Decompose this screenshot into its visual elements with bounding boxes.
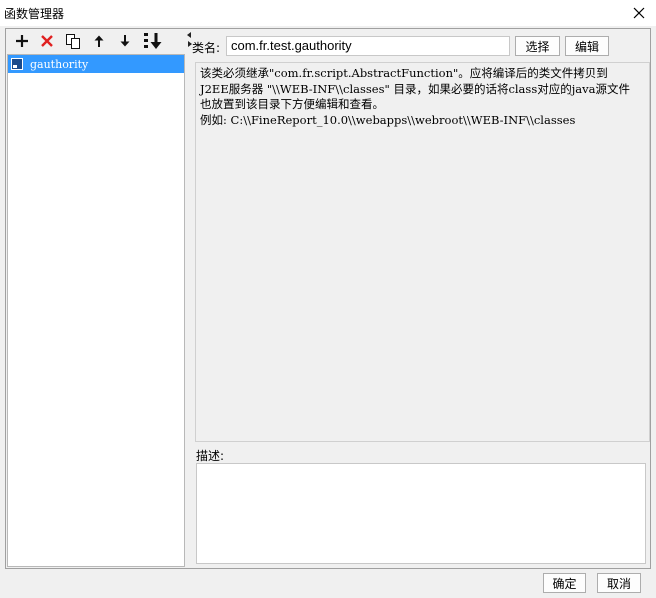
info-line: 例如: C:\\FineReport_10.0\\webapps\\webroo… [200, 112, 576, 127]
description-textarea[interactable] [196, 463, 646, 564]
sort-button[interactable] [141, 31, 165, 51]
class-name-field[interactable]: com.fr.test.gauthority [226, 36, 510, 56]
function-tree: gauthority [7, 54, 185, 567]
window-title: 函数管理器 [4, 7, 65, 21]
title-bar: 函数管理器 [0, 0, 656, 26]
move-down-button[interactable] [115, 31, 135, 51]
delete-icon [41, 35, 53, 47]
edit-button[interactable]: 编辑 [565, 36, 609, 56]
function-detail-panel: 类名: com.fr.test.gauthority 选择 编辑 该类必须继承"… [192, 29, 650, 568]
function-toolbar [6, 29, 186, 53]
plus-icon [16, 35, 28, 47]
arrow-up-icon [94, 35, 104, 47]
copy-icon [66, 34, 80, 49]
sort-down-icon [144, 33, 162, 49]
tree-item-gauthority[interactable]: gauthority [8, 55, 184, 73]
info-line: 该类必须继承"com.fr.script.AbstractFunction"。应… [200, 66, 608, 80]
copy-function-button[interactable] [63, 31, 83, 51]
dialog-body: gauthority 类名: com.fr.test.gauthority 选择… [5, 28, 651, 569]
tree-item-label: gauthority [30, 57, 89, 71]
info-line: J2EE服务器 "\\WEB-INF\\classes" 目录，如果必要的话将c… [200, 81, 630, 96]
function-list-panel: gauthority [6, 29, 186, 568]
delete-function-button[interactable] [37, 31, 57, 51]
class-name-label: 类名: [192, 41, 221, 55]
collapse-left-icon[interactable] [187, 32, 191, 38]
info-text-area: 该类必须继承"com.fr.script.AbstractFunction"。应… [195, 62, 650, 442]
add-function-button[interactable] [12, 31, 32, 51]
ok-button[interactable]: 确定 [543, 573, 586, 593]
arrow-down-icon [120, 35, 130, 47]
class-file-icon [11, 58, 23, 70]
info-line: 也放置到该目录下方便编辑和查看。 [200, 97, 384, 111]
select-button[interactable]: 选择 [515, 36, 560, 56]
cancel-button[interactable]: 取消 [597, 573, 641, 593]
description-label: 描述: [196, 449, 225, 463]
close-icon [633, 7, 645, 19]
close-button[interactable] [628, 2, 650, 24]
move-up-button[interactable] [89, 31, 109, 51]
